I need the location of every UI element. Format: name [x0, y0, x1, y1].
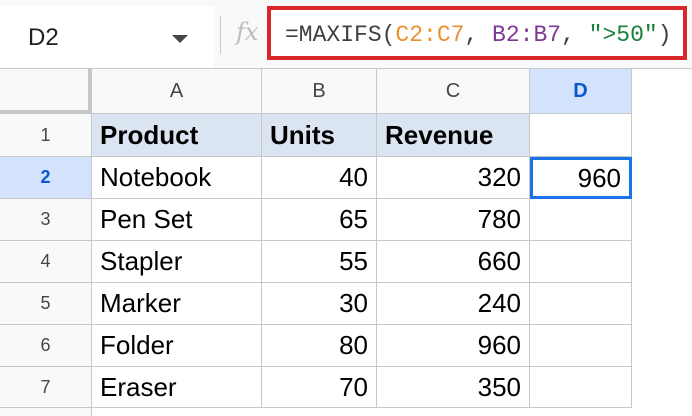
fx-icon: fx	[236, 18, 259, 46]
cell-c5[interactable]: 240	[377, 283, 530, 325]
cell-a1[interactable]: Product	[92, 114, 262, 157]
formula-separator: ,	[464, 22, 493, 48]
formula-criterion: ">50"	[588, 22, 658, 48]
row-header-6[interactable]: 6	[0, 325, 92, 367]
cell-c1[interactable]: Revenue	[377, 114, 530, 157]
cell-a7[interactable]: Eraser	[92, 367, 262, 408]
cell-b3[interactable]: 65	[262, 199, 377, 241]
formula-bar: D2 fx =MAXIFS(C2:C7, B2:B7, ">50")	[0, 0, 692, 69]
cell-d3[interactable]	[530, 199, 632, 241]
name-box[interactable]: D2	[0, 6, 214, 68]
formula-text: =MAXIFS(C2:C7, B2:B7, ">50")	[285, 22, 672, 48]
column-header-c[interactable]: C	[377, 69, 530, 114]
column-header-d[interactable]: D	[530, 69, 632, 114]
cell-c2[interactable]: 320	[377, 157, 530, 199]
formula-suffix: )	[657, 22, 672, 48]
cell-d6[interactable]	[530, 325, 632, 367]
formula-range-units: B2:B7	[492, 22, 562, 48]
formula-prefix: =MAXIFS(	[285, 22, 396, 48]
cell-b6[interactable]: 80	[262, 325, 377, 367]
cell-a2[interactable]: Notebook	[92, 157, 262, 199]
row-header-5[interactable]: 5	[0, 283, 92, 325]
grid-continuation	[0, 408, 692, 416]
formula-input[interactable]: =MAXIFS(C2:C7, B2:B7, ">50")	[267, 6, 687, 60]
row-header-4[interactable]: 4	[0, 241, 92, 283]
divider	[220, 16, 221, 54]
cell-d4[interactable]	[530, 241, 632, 283]
cell-a3[interactable]: Pen Set	[92, 199, 262, 241]
cell-d2-selected[interactable]: 960	[530, 157, 632, 199]
cell-d1[interactable]	[530, 114, 632, 157]
name-box-value: D2	[28, 24, 59, 51]
chevron-down-icon[interactable]	[172, 35, 188, 43]
cell-a4[interactable]: Stapler	[92, 241, 262, 283]
select-all-corner[interactable]	[0, 69, 92, 114]
row-header-1[interactable]: 1	[0, 114, 92, 157]
cell-a6[interactable]: Folder	[92, 325, 262, 367]
cell-c3[interactable]: 780	[377, 199, 530, 241]
cell-c4[interactable]: 660	[377, 241, 530, 283]
cell-b2[interactable]: 40	[262, 157, 377, 199]
cell-b4[interactable]: 55	[262, 241, 377, 283]
cell-d7[interactable]	[530, 367, 632, 408]
column-header-b[interactable]: B	[262, 69, 377, 114]
cell-c7[interactable]: 350	[377, 367, 530, 408]
cell-d5[interactable]	[530, 283, 632, 325]
row-header-3[interactable]: 3	[0, 199, 92, 241]
cell-b1[interactable]: Units	[262, 114, 377, 157]
row-header-2[interactable]: 2	[0, 157, 92, 199]
row-header-continuation	[0, 408, 92, 416]
row-header-7[interactable]: 7	[0, 367, 92, 408]
cell-a5[interactable]: Marker	[92, 283, 262, 325]
formula-separator: ,	[561, 22, 589, 48]
formula-range-revenue: C2:C7	[395, 22, 465, 48]
cell-b5[interactable]: 30	[262, 283, 377, 325]
cell-b7[interactable]: 70	[262, 367, 377, 408]
column-header-a[interactable]: A	[92, 69, 262, 114]
cell-c6[interactable]: 960	[377, 325, 530, 367]
